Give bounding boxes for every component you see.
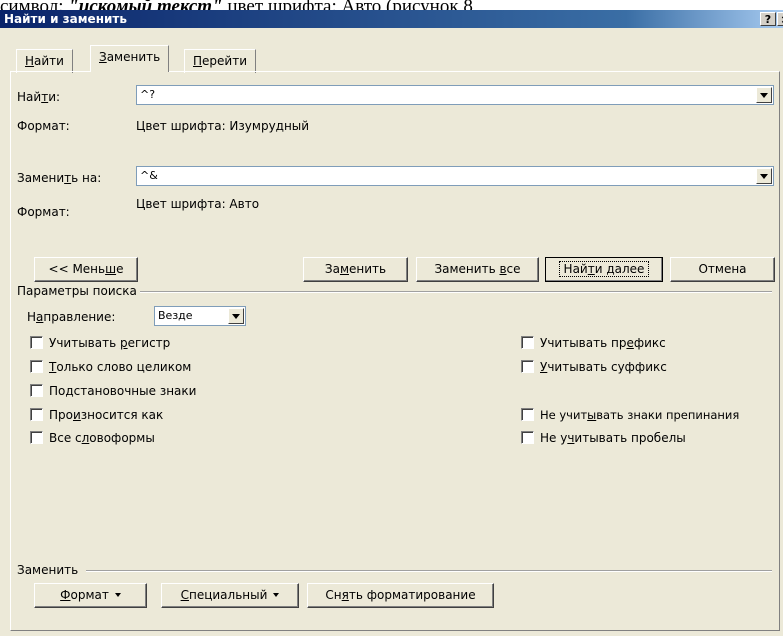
help-button[interactable]: ? — [760, 12, 776, 26]
direction-label: Направление: — [27, 310, 116, 324]
less-button[interactable]: << Меньше — [34, 257, 138, 282]
checkbox-box[interactable] — [521, 336, 534, 349]
checkbox-box[interactable] — [30, 431, 43, 444]
checkbox-ignore-punctuation[interactable]: Не учитывать знаки препинания — [521, 408, 739, 422]
window-title: Найти и заменить — [4, 12, 127, 26]
replace-group-title: Заменить — [17, 563, 83, 577]
replace-group-divider — [86, 570, 772, 572]
chevron-down-icon — [273, 593, 280, 597]
checkbox-ignore-spaces[interactable]: Не учитывать пробелы — [521, 431, 686, 445]
find-next-button[interactable]: Найти далее — [545, 257, 663, 282]
find-format-value: Цвет шрифта: Изумрудный — [136, 119, 310, 133]
replace-input-value: ^& — [140, 169, 158, 182]
checkbox-box[interactable] — [30, 408, 43, 421]
find-replace-dialog: Найти и заменить ? × Найти Заменить Пере… — [0, 10, 783, 636]
special-button[interactable]: Специальный — [161, 583, 299, 608]
checkbox-sounds-like[interactable]: Произносится как — [30, 408, 163, 422]
checkbox-match-prefix[interactable]: Учитывать префикс — [521, 336, 666, 350]
checkbox-match-suffix[interactable]: Учитывать суффикс — [521, 360, 667, 374]
chevron-down-icon[interactable] — [756, 168, 772, 184]
replace-button[interactable]: Заменить — [303, 257, 408, 282]
tab-panel — [10, 71, 780, 631]
title-bar: Найти и заменить ? × — [0, 10, 783, 28]
replace-format-label: Формат: — [17, 205, 70, 219]
checkbox-box[interactable] — [30, 360, 43, 373]
search-options-title: Параметры поиска — [17, 284, 141, 298]
checkbox-match-case[interactable]: Учитывать регистр — [30, 336, 170, 350]
direction-select[interactable]: Везде — [154, 306, 246, 326]
replace-input[interactable]: ^& — [136, 166, 774, 186]
replace-label: Заменить на: — [17, 171, 102, 185]
checkbox-box[interactable] — [521, 360, 534, 373]
checkbox-wildcards[interactable]: Подстановочные знаки — [30, 384, 196, 398]
search-options-divider — [140, 291, 772, 293]
chevron-down-icon — [114, 593, 121, 597]
checkbox-all-word-forms[interactable]: Все словоформы — [30, 431, 155, 445]
direction-select-value: Везде — [158, 309, 193, 322]
checkbox-box[interactable] — [30, 384, 43, 397]
replace-all-button[interactable]: Заменить все — [416, 257, 539, 282]
clear-formatting-button[interactable]: Снять форматирование — [307, 583, 494, 608]
checkbox-box[interactable] — [521, 408, 534, 421]
tab-find[interactable]: Найти — [16, 49, 73, 73]
checkbox-box[interactable] — [30, 336, 43, 349]
chevron-down-icon[interactable] — [756, 87, 772, 103]
find-label: Найти: — [17, 90, 61, 104]
find-format-label: Формат: — [17, 119, 70, 133]
cancel-button[interactable]: Отмена — [670, 257, 775, 282]
tab-goto[interactable]: Перейти — [184, 49, 257, 73]
checkbox-whole-word[interactable]: Только слово целиком — [30, 360, 191, 374]
chevron-down-icon[interactable] — [228, 308, 244, 324]
close-button[interactable]: × — [777, 12, 783, 26]
replace-format-value: Цвет шрифта: Авто — [136, 197, 260, 211]
format-button[interactable]: Формат — [34, 583, 147, 608]
find-input-value: ^? — [140, 88, 156, 101]
find-input[interactable]: ^? — [136, 85, 774, 105]
tab-replace[interactable]: Заменить — [90, 45, 170, 72]
checkbox-box[interactable] — [521, 431, 534, 444]
